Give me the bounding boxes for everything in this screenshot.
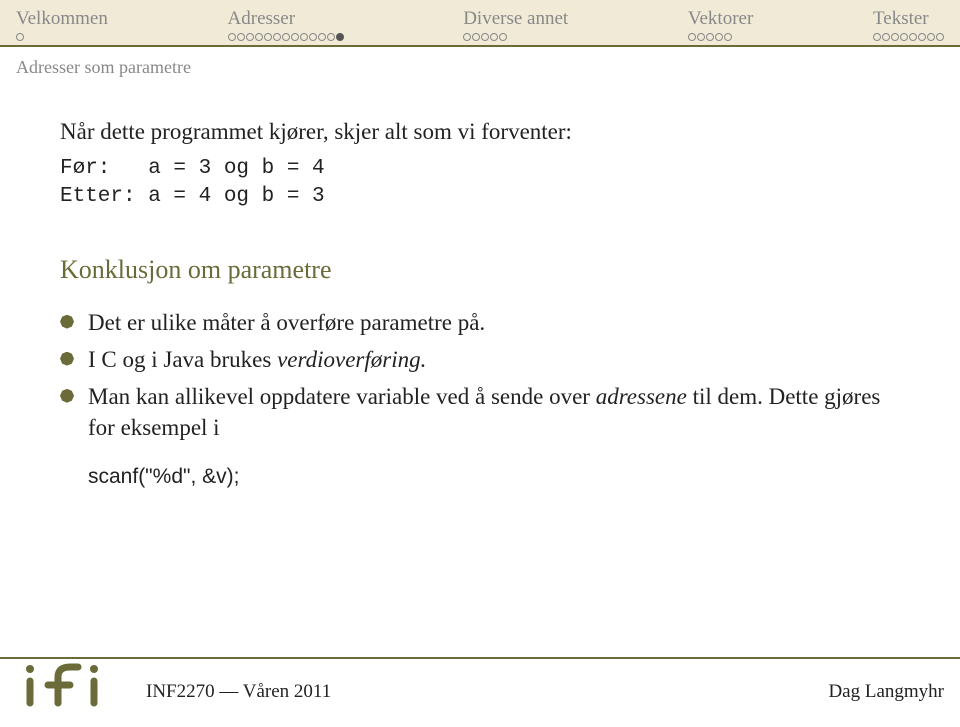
progress-dot[interactable] [472,33,480,41]
progress-dot[interactable] [724,33,732,41]
bullet-item-1: Det er ulike måter å overføre parametre … [60,307,900,338]
slide-content: Når dette programmet kjører, skjer alt s… [0,96,960,511]
progress-dot[interactable] [697,33,705,41]
nav-progress-dots [463,33,568,41]
footer-course: INF2270 — Våren 2011 [146,681,331,707]
section-title: Konklusjon om parametre [60,252,900,287]
nav-item-0[interactable]: Velkommen [16,8,108,41]
code-line-1: Før: a = 3 og b = 4 [60,157,325,180]
progress-dot[interactable] [909,33,917,41]
progress-dot[interactable] [499,33,507,41]
progress-dot[interactable] [463,33,471,41]
progress-dot[interactable] [300,33,308,41]
nav-item-4[interactable]: Tekster [873,8,944,41]
progress-dot[interactable] [309,33,317,41]
progress-dot[interactable] [715,33,723,41]
nav-item-3[interactable]: Vektorer [688,8,753,41]
nav-progress-dots [688,33,753,41]
progress-dot[interactable] [336,33,344,41]
bullet-3-italic: adressene [596,384,687,409]
progress-dot[interactable] [273,33,281,41]
code-line-2: Etter: a = 4 og b = 3 [60,185,325,208]
bullet-2-italic: verdioverføring. [277,347,426,372]
header-bar: Velkommen Adresser Diverse annet Vektorer Te… [0,0,960,45]
footer: INF2270 — Våren 2011 Dag Langmyhr [0,657,960,719]
progress-dot[interactable] [318,33,326,41]
nav-label: Tekster [873,8,944,31]
subheader: Adresser som parametre [0,47,960,96]
bullet-3-text-a: Man kan allikevel oppdatere variable ved… [88,384,596,409]
progress-dot[interactable] [688,33,696,41]
nav-progress-dots [16,33,108,41]
bullet-list: Det er ulike måter å overføre parametre … [60,307,900,443]
progress-dot[interactable] [918,33,926,41]
nav-progress-dots [228,33,344,41]
progress-dot[interactable] [706,33,714,41]
nav-label: Adresser [228,8,344,31]
nav-progress-dots [873,33,944,41]
progress-dot[interactable] [291,33,299,41]
footer-author: Dag Langmyhr [828,681,944,707]
progress-dot[interactable] [936,33,944,41]
bullet-2-text: I C og i Java brukes [88,347,277,372]
progress-dot[interactable] [873,33,881,41]
progress-dot[interactable] [246,33,254,41]
progress-dot[interactable] [927,33,935,41]
progress-dot[interactable] [237,33,245,41]
bullet-item-3: Man kan allikevel oppdatere variable ved… [60,381,900,443]
progress-dot[interactable] [882,33,890,41]
ifi-logo-icon [16,659,136,707]
nav-label: Diverse annet [463,8,568,31]
progress-dot[interactable] [481,33,489,41]
bullet-item-2: I C og i Java brukes verdioverføring. [60,344,900,375]
progress-dot[interactable] [264,33,272,41]
progress-dot[interactable] [900,33,908,41]
scanf-code: scanf("%d", &v); [60,463,900,491]
progress-dot[interactable] [327,33,335,41]
nav-label: Vektorer [688,8,753,31]
nav-sections: Velkommen Adresser Diverse annet Vektorer Te… [16,8,944,41]
nav-item-2[interactable]: Diverse annet [463,8,568,41]
progress-dot[interactable] [228,33,236,41]
nav-item-1[interactable]: Adresser [228,8,344,41]
progress-dot[interactable] [16,33,24,41]
code-output: Før: a = 3 og b = 4 Etter: a = 4 og b = … [60,155,900,212]
nav-label: Velkommen [16,8,108,31]
progress-dot[interactable] [490,33,498,41]
progress-dot[interactable] [891,33,899,41]
progress-dot[interactable] [282,33,290,41]
intro-text: Når dette programmet kjører, skjer alt s… [60,116,900,147]
progress-dot[interactable] [255,33,263,41]
